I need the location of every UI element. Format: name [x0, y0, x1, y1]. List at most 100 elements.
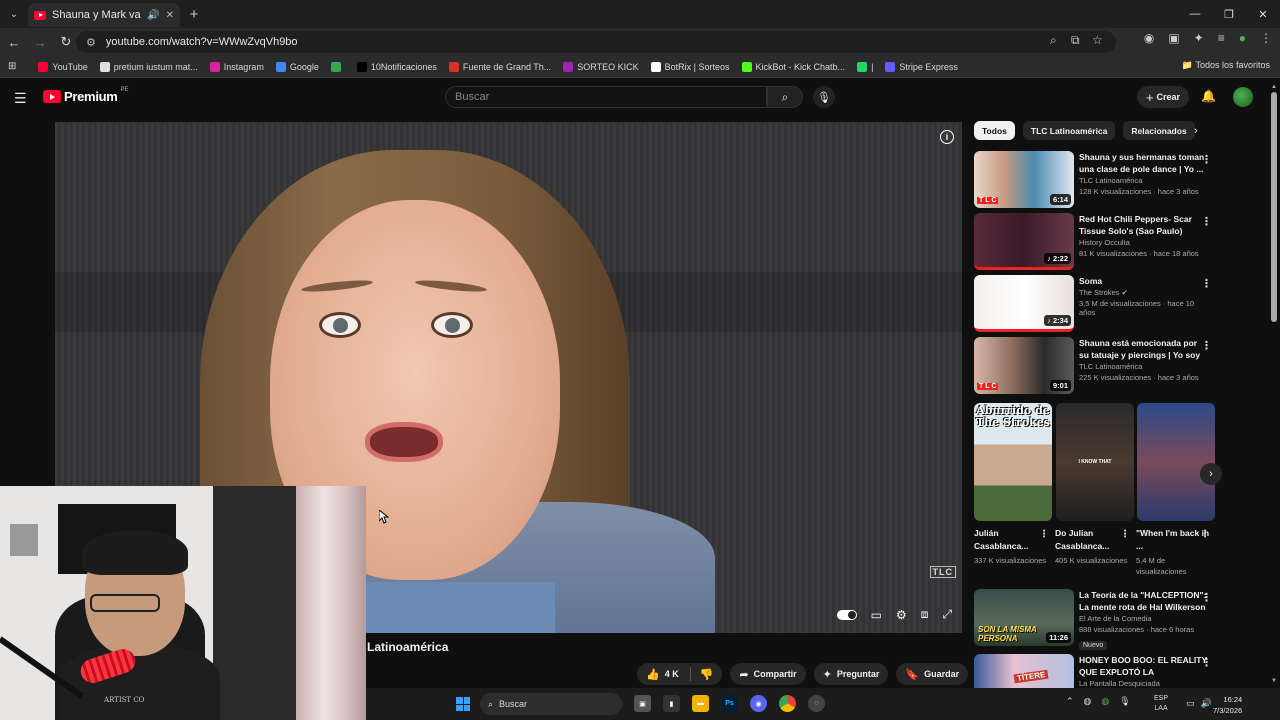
taskbar-search[interactable]: ⌕ Buscar: [480, 693, 622, 715]
recommendation-item[interactable]: ♪ 2:34 Soma The Strokes ✔ 3,5 M de visualiz…: [974, 275, 1219, 333]
bookmark-item[interactable]: |: [857, 61, 873, 72]
short-thumbnail[interactable]: [1137, 403, 1215, 521]
create-button[interactable]: + Crear: [1137, 86, 1189, 108]
back-icon[interactable]: ←: [2, 35, 26, 50]
tray-status-icons[interactable]: ▭ 🔊: [1186, 698, 1212, 709]
chrome-icon[interactable]: [779, 695, 796, 712]
bookmark-item[interactable]: 10Notificaciones: [356, 61, 437, 72]
recommendation-item[interactable]: TÍTERE HONEY BOO BOO: EL REALITY QUE EXP…: [974, 654, 1219, 688]
short-menu-icon[interactable]: ⋮: [1120, 529, 1130, 540]
settings-gear-icon[interactable]: ⚙: [896, 608, 907, 622]
video-menu-icon[interactable]: ⋮: [1201, 153, 1212, 166]
minimize-icon[interactable]: —: [1178, 0, 1212, 28]
search-button[interactable]: ⌕: [767, 86, 803, 108]
recommendation-item[interactable]: ♪ 2:22 Red Hot Chili Peppers- Scar Tissue…: [974, 213, 1219, 271]
language-indicator[interactable]: ESP LAA: [1154, 694, 1168, 714]
file-explorer-icon[interactable]: ▬: [692, 695, 709, 712]
taskbar-app-icon[interactable]: ◌: [808, 695, 825, 712]
video-title[interactable]: Soma: [1079, 275, 1207, 287]
cast-icon[interactable]: ⧉: [1071, 33, 1080, 48]
bookmark-item[interactable]: [330, 61, 345, 72]
bookmark-item[interactable]: Stripe Express: [885, 61, 958, 72]
search-input[interactable]: Buscar: [445, 86, 767, 108]
close-tab-icon[interactable]: ✕: [166, 10, 174, 21]
chip-relacionados[interactable]: Relacionados: [1123, 121, 1195, 140]
bookmark-item[interactable]: Instagram: [209, 61, 264, 72]
bookmark-item[interactable]: Google: [275, 61, 319, 72]
video-title[interactable]: La Teoría de la "HALCEPTION": La mente r…: [1079, 589, 1207, 613]
video-menu-icon[interactable]: ⋮: [1201, 591, 1212, 604]
share-button[interactable]: ➦ Compartir: [730, 663, 806, 685]
video-thumbnail[interactable]: T L C 9:01: [974, 337, 1074, 394]
omnibox[interactable]: ⚙ youtube.com/watch?v=WWwZvqVh9bo: [76, 31, 1116, 53]
miniplayer-icon[interactable]: ⧈: [921, 607, 929, 622]
bookmark-item[interactable]: KickBot - Kick Chatb...: [741, 61, 845, 72]
channel-name[interactable]: El Arte de la Comedia: [1079, 614, 1207, 623]
profile-icon[interactable]: ●: [1239, 31, 1246, 45]
wallet-icon[interactable]: ▣: [1168, 31, 1179, 45]
video-thumbnail[interactable]: T L C 6:14: [974, 151, 1074, 208]
video-title[interactable]: Shauna y sus hermanas toman una clase de…: [1079, 151, 1207, 175]
scroll-up-arrow-icon[interactable]: ▲: [1271, 84, 1277, 90]
puzzle-icon[interactable]: ✦: [1194, 31, 1204, 45]
ask-button[interactable]: ✦ Preguntar: [813, 663, 889, 685]
taskbar-app-icon[interactable]: ▮: [663, 695, 680, 712]
bookmark-item[interactable]: Fuente de Grand Th...: [448, 61, 551, 72]
channel-name[interactable]: History Occulta: [1079, 238, 1207, 247]
all-bookmarks-link[interactable]: 📁 Todos los favoritos: [1182, 60, 1270, 71]
info-icon[interactable]: i: [940, 130, 954, 144]
short-thumbnail[interactable]: I KNOW THAT: [1056, 403, 1134, 521]
video-thumbnail[interactable]: ♪ 2:22: [974, 213, 1074, 270]
video-title[interactable]: Shauna está emocionada por su tatuaje y …: [1079, 337, 1207, 361]
extension-icon[interactable]: ◉: [1144, 31, 1154, 45]
reload-icon[interactable]: ↻: [54, 34, 78, 50]
youtube-premium-logo[interactable]: Premium PE: [43, 87, 129, 104]
bookmark-item[interactable]: BotRix | Sorteos: [650, 61, 730, 72]
like-button[interactable]: 👍 4 K 👎: [637, 663, 723, 685]
tray-expand-icon[interactable]: ⌃: [1066, 696, 1074, 707]
microphone-icon[interactable]: 🎙: [1119, 696, 1130, 707]
recommendation-item[interactable]: T L C 9:01 Shauna está emocionada por su t…: [974, 337, 1219, 395]
tray-app-icon[interactable]: ◍: [1084, 696, 1092, 707]
channel-name[interactable]: TLC Latinoamérica: [1079, 176, 1207, 185]
tray-app-icon[interactable]: ◍: [1101, 696, 1109, 707]
shorts-next-button[interactable]: ›: [1200, 463, 1222, 485]
autoplay-toggle[interactable]: [836, 609, 857, 620]
fullscreen-icon[interactable]: ⤢: [942, 607, 952, 622]
menu-icon[interactable]: ⋮: [1260, 31, 1272, 45]
short-menu-icon[interactable]: ⋮: [1039, 529, 1049, 540]
site-info-icon[interactable]: ⚙: [86, 36, 96, 49]
video-title[interactable]: Red Hot Chili Peppers- Scar Tissue Solo'…: [1079, 213, 1207, 237]
hamburger-menu-icon[interactable]: ☰: [14, 90, 27, 107]
clock[interactable]: 16:24 7/3/2026: [1213, 694, 1242, 716]
bookmark-item[interactable]: SORTEO KICK: [563, 61, 639, 72]
video-thumbnail[interactable]: ♪ 2:34: [974, 275, 1074, 332]
channel-name[interactable]: TLC Latinoamérica: [1079, 362, 1207, 371]
scroll-down-arrow-icon[interactable]: ▼: [1271, 678, 1277, 684]
url-text[interactable]: youtube.com/watch?v=WWwZvqVh9bo: [106, 36, 298, 48]
video-menu-icon[interactable]: ⋮: [1201, 215, 1212, 228]
speaker-icon[interactable]: 🔊: [147, 10, 159, 21]
video-thumbnail[interactable]: SON LA MISMA PERSONA 11:26: [974, 589, 1074, 646]
photoshop-icon[interactable]: Ps: [721, 695, 738, 712]
forward-icon[interactable]: →: [28, 35, 52, 50]
short-thumbnail[interactable]: Aburrido de The Strokes: [974, 403, 1052, 521]
media-icon[interactable]: ≡: [1218, 31, 1225, 45]
zoom-icon[interactable]: ⌕: [1050, 33, 1057, 48]
subtitles-icon[interactable]: ▭: [871, 608, 882, 622]
video-menu-icon[interactable]: ⋮: [1201, 277, 1212, 290]
voice-search-button[interactable]: 🎙: [813, 86, 835, 108]
new-tab-button[interactable]: +: [180, 6, 208, 23]
chip-tlc[interactable]: TLC Latinoamérica: [1022, 121, 1116, 140]
close-window-icon[interactable]: ✕: [1246, 0, 1280, 28]
bookmark-item[interactable]: pretium iustum mat...: [99, 61, 198, 72]
page-scrollbar[interactable]: [1271, 92, 1277, 322]
video-thumbnail[interactable]: TÍTERE: [974, 654, 1074, 688]
windows-start-icon[interactable]: [456, 697, 470, 711]
bookmark-item[interactable]: YouTube: [38, 61, 88, 72]
channel-name[interactable]: La Pantalla Desquiciada: [1079, 679, 1207, 688]
bookmark-star-icon[interactable]: ☆: [1092, 33, 1103, 47]
short-menu-icon[interactable]: ⋮: [1200, 529, 1210, 540]
apps-icon[interactable]: ⊞: [8, 61, 16, 72]
recommendation-item[interactable]: SON LA MISMA PERSONA 11:26 La Teoría de …: [974, 589, 1219, 650]
